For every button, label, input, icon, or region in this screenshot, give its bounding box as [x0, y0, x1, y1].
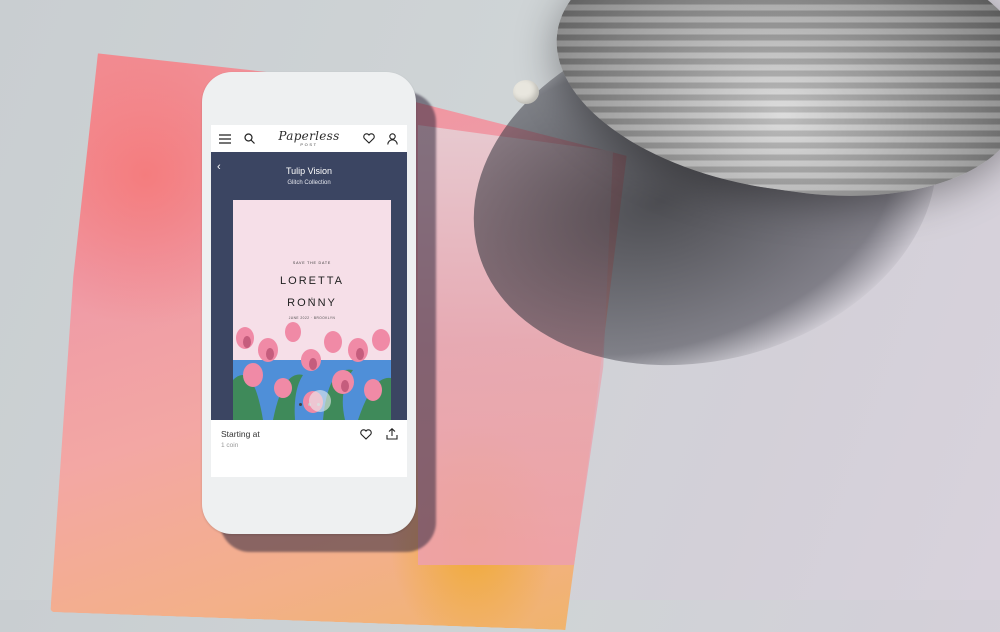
video-play-bubble[interactable]: [309, 390, 331, 412]
nav-right-group: [362, 132, 400, 146]
account-icon[interactable]: [386, 132, 400, 146]
footer-actions: [359, 427, 399, 441]
product-hero: ‹ Tulip Vision Glitch Collection SAVE TH…: [211, 152, 407, 420]
invitation-card-preview[interactable]: SAVE THE DATE LORETTA & RONNY JUNE 2022 …: [233, 200, 391, 420]
card-name-second: RONNY: [287, 297, 337, 309]
share-icon[interactable]: [385, 427, 399, 441]
balloon-knot: [513, 80, 539, 104]
product-title: Tulip Vision: [285, 166, 333, 176]
price-label: Starting at: [221, 429, 260, 439]
card-name-first: LORETTA: [280, 275, 344, 287]
nav-left-group: [218, 132, 256, 146]
favorite-heart-icon[interactable]: [359, 427, 373, 441]
card-save-the-date: SAVE THE DATE: [292, 261, 332, 265]
search-icon[interactable]: [242, 132, 256, 146]
logo-wordmark: Paperless: [278, 129, 340, 143]
product-footer: Starting at 1 coin: [211, 421, 407, 461]
top-navigation-bar: Paperless POST: [211, 125, 407, 152]
phone-screen: Paperless POST ‹ Tulip Vision Glitch Col…: [211, 125, 407, 477]
menu-icon[interactable]: [218, 132, 232, 146]
paperless-post-logo[interactable]: Paperless POST: [278, 130, 339, 147]
phone-device: Paperless POST ‹ Tulip Vision Glitch Col…: [202, 72, 416, 534]
logo-subtext: POST: [300, 142, 318, 147]
heart-icon[interactable]: [362, 132, 376, 146]
price-value: 1 coin: [221, 442, 239, 449]
collection-name[interactable]: Glitch Collection: [211, 180, 407, 186]
carousel-dot-1[interactable]: [298, 403, 302, 406]
